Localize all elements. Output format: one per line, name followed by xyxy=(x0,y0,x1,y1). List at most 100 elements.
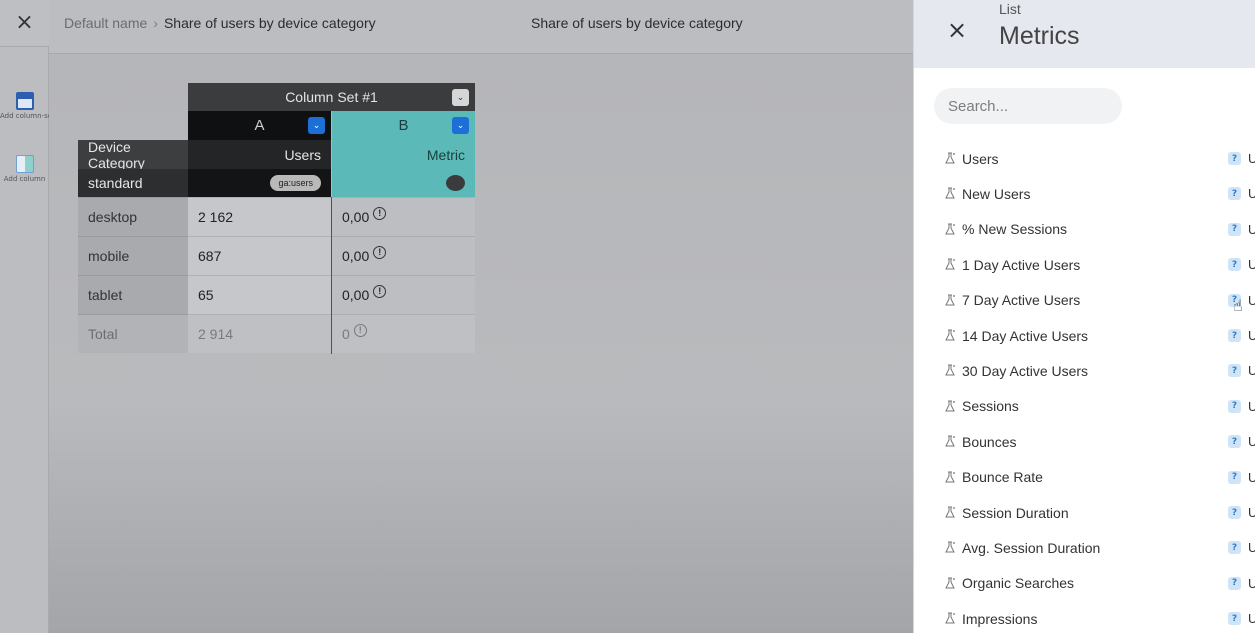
column-set-header[interactable]: Column Set #1 ⌄ xyxy=(188,83,475,111)
metric-category-truncated: U xyxy=(1248,611,1255,627)
metric-category-truncated: U xyxy=(1248,257,1255,273)
column-b-toggle-cell xyxy=(332,169,475,197)
metric-category-truncated: U xyxy=(1248,221,1255,237)
metric-list-item[interactable]: 14 Day Active Users? U xyxy=(914,318,1255,353)
metric-category-truncated: U xyxy=(1248,505,1255,520)
breadcrumb: Default name › Share of users by device ca… xyxy=(64,15,376,31)
metric-list-item[interactable]: Sessions? U xyxy=(914,389,1255,424)
column-b-toggle[interactable] xyxy=(446,175,465,191)
breadcrumb-root[interactable]: Default name xyxy=(64,15,147,31)
help-icon[interactable]: ? xyxy=(1228,399,1241,413)
metric-tag: ga:users xyxy=(270,175,321,191)
metric-label: Sessions xyxy=(962,398,1019,415)
row-value-b: 0,00! xyxy=(332,275,475,314)
flask-icon xyxy=(945,541,955,553)
flask-icon xyxy=(945,364,955,376)
row-label: tablet xyxy=(78,275,188,314)
metric-list-item[interactable]: 7 Day Active Users? U xyxy=(914,283,1255,318)
tool-rail: × Add column-set Add column xyxy=(0,0,49,633)
info-icon[interactable]: ! xyxy=(373,245,387,259)
add-column-label: Add column xyxy=(3,175,46,183)
flask-icon xyxy=(945,435,955,447)
column-b-header[interactable]: B ⌄ xyxy=(332,111,475,140)
metric-label: Bounce Rate xyxy=(962,469,1043,486)
metric-list-item[interactable]: 30 Day Active Users? U xyxy=(914,353,1255,388)
metric-label: Users xyxy=(962,150,999,167)
metric-label: Avg. Session Duration xyxy=(962,539,1101,556)
close-icon[interactable]: × xyxy=(947,18,967,42)
search-input[interactable] xyxy=(934,88,1122,124)
flask-icon xyxy=(945,471,955,483)
flask-icon xyxy=(945,152,955,164)
help-icon[interactable]: ? xyxy=(1228,470,1241,484)
metric-label: Session Duration xyxy=(962,504,1069,521)
column-b-metric-label[interactable]: Metric xyxy=(332,140,475,169)
help-icon[interactable]: ? xyxy=(1228,612,1241,626)
total-value-b: 0! xyxy=(332,314,475,353)
row-value-b: 0,00! xyxy=(332,197,475,236)
help-icon[interactable]: ? xyxy=(1228,506,1241,519)
metric-label: Impressions xyxy=(962,610,1038,627)
metric-list-item[interactable]: 1 Day Active Users? U xyxy=(914,247,1255,282)
metric-list-item[interactable]: Bounce Rate? U xyxy=(914,460,1255,495)
metric-list-item[interactable]: Avg. Session Duration? U xyxy=(914,530,1255,565)
column-set-label: Column Set #1 xyxy=(285,89,378,105)
total-label: Total xyxy=(78,314,188,353)
help-icon[interactable]: ? xyxy=(1228,152,1241,165)
flask-icon xyxy=(945,294,955,306)
help-icon[interactable]: ? xyxy=(1228,222,1241,236)
metric-category-truncated: U xyxy=(1248,469,1255,485)
row-value-b-text: 0,00 xyxy=(342,287,370,303)
column-a-metric-label[interactable]: Users xyxy=(188,140,331,169)
metrics-panel: × List Metrics Users?UNew Users?U% New S… xyxy=(913,0,1255,633)
metric-label: 14 Day Active Users xyxy=(962,327,1089,344)
breadcrumb-current: Share of users by device category xyxy=(163,15,376,31)
metric-label: % New Sessions xyxy=(962,221,1068,238)
metric-list-item[interactable]: Users? U xyxy=(914,141,1255,176)
chevron-down-icon: ⌄ xyxy=(456,92,465,102)
info-icon[interactable]: ! xyxy=(373,206,387,220)
info-icon[interactable]: ! xyxy=(353,323,367,337)
metric-list-item[interactable]: Impressions? U xyxy=(914,601,1255,633)
metric-category-truncated: U xyxy=(1248,186,1255,202)
metric-list-item[interactable]: Organic Searches? U xyxy=(914,566,1255,601)
metric-category-truncated: U xyxy=(1248,151,1255,166)
chevron-down-icon: ⌄ xyxy=(456,120,465,130)
column-b-letter: B xyxy=(398,117,409,134)
help-icon[interactable]: ? xyxy=(1228,435,1241,449)
close-button[interactable]: × xyxy=(0,0,49,47)
help-icon[interactable]: ? xyxy=(1228,364,1241,378)
top-header: Default name › Share of users by device ca… xyxy=(49,0,913,54)
row-value-b-text: 0,00 xyxy=(342,248,370,264)
metric-label: 30 Day Active Users xyxy=(962,362,1089,379)
column-a-header[interactable]: A ⌄ xyxy=(188,111,331,140)
help-icon[interactable]: ? xyxy=(1228,329,1241,342)
column-a-dropdown[interactable]: ⌄ xyxy=(308,117,325,134)
metric-category-truncated: U xyxy=(1248,575,1255,591)
row-value-a: 2 162 xyxy=(188,197,331,236)
flask-icon xyxy=(945,506,955,518)
metric-list-item[interactable]: Bounces? U xyxy=(914,424,1255,459)
metric-list-item[interactable]: Session Duration? U xyxy=(914,495,1255,530)
flask-icon xyxy=(945,187,955,199)
dimension-header[interactable]: Device Category xyxy=(78,139,188,171)
help-icon[interactable]: ? xyxy=(1228,258,1241,272)
add-column-set-tool[interactable]: Add column-set xyxy=(0,92,49,121)
flask-icon xyxy=(945,400,955,412)
help-icon[interactable]: ? xyxy=(1228,187,1241,201)
metric-category-truncated: U xyxy=(1248,292,1255,308)
chevron-right-icon: › xyxy=(153,15,158,31)
info-icon[interactable]: ! xyxy=(373,284,387,298)
column-b-dropdown[interactable]: ⌄ xyxy=(452,117,469,134)
panel-title: Metrics xyxy=(999,22,1080,50)
help-icon[interactable]: ? xyxy=(1228,576,1241,590)
dimension-subheader: standard xyxy=(78,169,188,197)
column-a-letter: A xyxy=(254,117,265,134)
row-value-b: 0,00! xyxy=(332,236,475,275)
metric-list-item[interactable]: New Users? U xyxy=(914,176,1255,211)
help-icon[interactable]: ? xyxy=(1228,541,1241,555)
add-column-tool[interactable]: Add column xyxy=(0,155,49,184)
column-set-dropdown[interactable]: ⌄ xyxy=(452,89,469,106)
metric-list-item[interactable]: % New Sessions? U xyxy=(914,212,1255,247)
metric-category-truncated: U xyxy=(1248,328,1255,343)
